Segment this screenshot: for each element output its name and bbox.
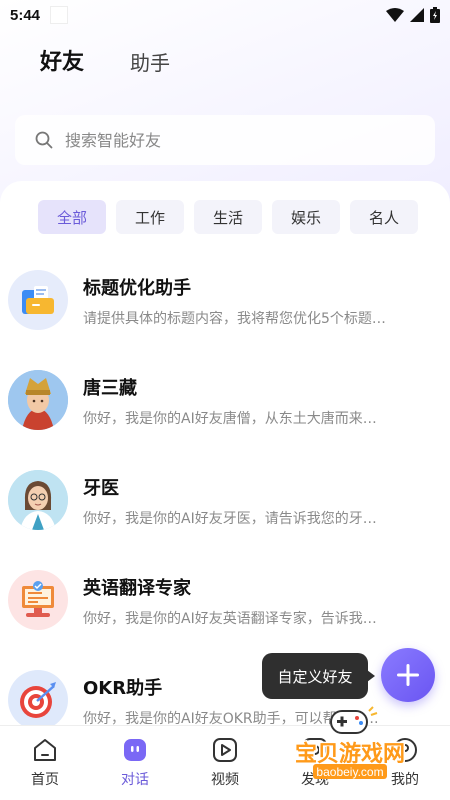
friend-name: 英语翻译专家: [83, 578, 191, 599]
chip-entertainment[interactable]: 娱乐: [272, 200, 340, 234]
folder-icon: [8, 270, 68, 330]
friend-desc: 你好，我是你的AI好友唐僧，从东土大唐而来…: [83, 411, 377, 427]
wifi-icon: [386, 8, 404, 22]
home-icon: [34, 739, 56, 761]
profile-icon: [393, 738, 417, 762]
signal-icon: [410, 8, 424, 22]
chat-icon: [124, 739, 146, 761]
nav-discover-label: 发现: [301, 772, 329, 788]
status-icons: [386, 7, 440, 23]
chip-work[interactable]: 工作: [116, 200, 184, 234]
bottom-nav: 首页 对话 视频 发现 我的: [0, 725, 450, 800]
list-item[interactable]: 标题优化助手 请提供具体的标题内容，我将帮您优化5个标题…: [0, 244, 450, 344]
search-bar[interactable]: [15, 115, 435, 165]
friend-desc: 你好，我是你的AI好友英语翻译专家，告诉我…: [83, 611, 377, 627]
list-item[interactable]: 牙医 你好，我是你的AI好友牙医，请告诉我您的牙…: [0, 444, 450, 544]
friend-name: 唐三藏: [83, 378, 137, 399]
video-icon: [213, 738, 237, 762]
translator-icon: [8, 570, 68, 630]
list-item[interactable]: 唐三藏 你好，我是你的AI好友唐僧，从东土大唐而来…: [0, 344, 450, 444]
add-friend-button[interactable]: [381, 648, 435, 702]
tab-friends[interactable]: 好友: [40, 44, 84, 76]
custom-friend-tooltip: 自定义好友: [262, 653, 375, 699]
friend-name: 标题优化助手: [83, 278, 191, 299]
target-icon: [8, 670, 68, 725]
top-tabs: 好友 助手: [40, 44, 170, 76]
chip-celebrity[interactable]: 名人: [350, 200, 418, 234]
friend-desc: 你好，我是你的AI好友OKR助手，可以帮助你…: [83, 711, 379, 725]
search-icon: [35, 131, 53, 149]
monk-avatar: [8, 370, 68, 430]
tab-assistant[interactable]: 助手: [130, 47, 170, 76]
friend-list: 标题优化助手 请提供具体的标题内容，我将帮您优化5个标题… 唐三藏 你好，我是你…: [0, 244, 450, 725]
friend-name: OKR助手: [83, 678, 163, 699]
nav-video-label: 视频: [211, 772, 239, 788]
plus-icon: [397, 664, 419, 686]
nav-profile-label: 我的: [391, 772, 419, 788]
nav-chat[interactable]: 对话: [90, 726, 180, 800]
status-bar: 5:44: [0, 0, 450, 30]
nav-home-label: 首页: [31, 772, 59, 788]
nav-chat-label: 对话: [121, 772, 149, 788]
friend-name: 牙医: [83, 478, 119, 499]
list-item[interactable]: 英语翻译专家 你好，我是你的AI好友英语翻译专家，告诉我…: [0, 544, 450, 644]
friend-desc: 你好，我是你的AI好友牙医，请告诉我您的牙…: [83, 511, 377, 527]
chip-all[interactable]: 全部: [38, 200, 106, 234]
nav-home[interactable]: 首页: [0, 726, 90, 800]
friend-list-panel: 全部 工作 生活 娱乐 名人 标题优化助手 请提供具体的标题内容，我将帮您优化5…: [0, 181, 450, 725]
notification-icon: [50, 6, 69, 24]
dentist-avatar: [8, 470, 68, 530]
discover-icon: [303, 738, 327, 762]
status-time: 5:44: [10, 6, 41, 24]
friend-desc: 请提供具体的标题内容，我将帮您优化5个标题…: [83, 311, 386, 327]
search-input[interactable]: [65, 130, 405, 150]
category-chips: 全部 工作 生活 娱乐 名人: [38, 200, 418, 234]
battery-icon: [430, 7, 440, 23]
nav-discover[interactable]: 发现: [270, 726, 360, 800]
nav-profile[interactable]: 我的: [360, 726, 450, 800]
chip-life[interactable]: 生活: [194, 200, 262, 234]
nav-video[interactable]: 视频: [180, 726, 270, 800]
